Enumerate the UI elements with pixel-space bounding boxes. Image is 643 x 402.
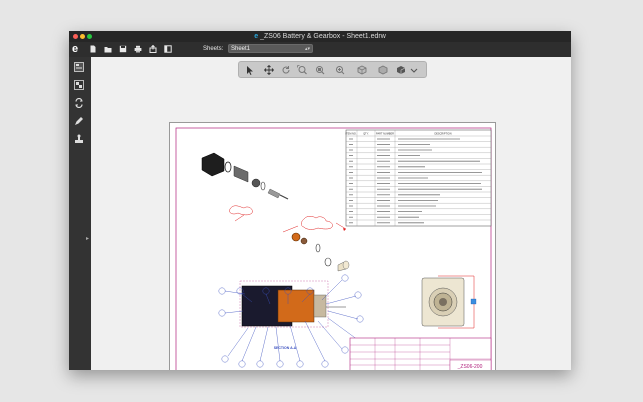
open-file-icon[interactable]	[104, 45, 112, 53]
app-window: e _ZS06 Battery & Gearbox - Sheet1.edrw e…	[69, 31, 571, 370]
bom-table: ITEM NO. QTY. PART NUMBER DESCRIPTION	[345, 129, 492, 227]
window-title-container: e _ZS06 Battery & Gearbox - Sheet1.edrw	[69, 32, 571, 41]
window-title: _ZS06 Battery & Gearbox - Sheet1.edrw	[260, 33, 386, 40]
drawing-canvas[interactable]: ITEM NO. QTY. PART NUMBER DESCRIPTION SE…	[91, 57, 571, 370]
section-view: SECTION A-A	[218, 274, 364, 368]
share-icon[interactable]	[149, 45, 157, 53]
markup-pen-icon[interactable]	[74, 116, 84, 126]
edrawings-title-icon: e	[254, 33, 259, 40]
drawing-sheet[interactable]: ITEM NO. QTY. PART NUMBER DESCRIPTION SE…	[169, 122, 496, 370]
title-bar: e _ZS06 Battery & Gearbox - Sheet1.edrw	[69, 31, 571, 42]
bom-header-description: DESCRIPTION	[434, 133, 451, 136]
main-toolbar: e Sheets: Sheet1 ▴▾	[69, 42, 571, 57]
drawing-content: ITEM NO. QTY. PART NUMBER DESCRIPTION SE…	[175, 127, 492, 370]
new-file-icon[interactable]	[89, 45, 97, 53]
display-style-icon[interactable]	[378, 65, 388, 75]
title-block: _ZS06-200	[349, 337, 492, 370]
select-arrow-icon[interactable]	[245, 65, 255, 75]
zoom-area-icon[interactable]	[315, 65, 325, 75]
bom-header-qty: QTY.	[363, 133, 369, 136]
sheets-select-value: Sheet1	[231, 46, 251, 52]
section-view-icon[interactable]	[396, 65, 406, 75]
measure-stamp-icon[interactable]	[74, 134, 84, 144]
exploded-view	[201, 152, 350, 272]
sheets-label: Sheets:	[203, 46, 224, 52]
sheets-panel-icon[interactable]	[74, 62, 84, 72]
view-orientation-icon[interactable]	[357, 65, 367, 75]
zoom-to-fit-icon[interactable]	[297, 65, 307, 75]
edrawings-logo-icon: e	[72, 43, 79, 55]
section-label: SECTION A-A	[274, 346, 297, 350]
sidebar-expand-icon[interactable]: ▸	[86, 235, 89, 242]
view-toolbar	[238, 61, 427, 78]
zoom-icon[interactable]	[335, 65, 345, 75]
panel-icon[interactable]	[164, 45, 172, 53]
select-chevron-icon: ▴▾	[304, 46, 310, 52]
rotate-icon[interactable]	[281, 65, 291, 75]
drawing-number: _ZS06-200	[457, 364, 483, 370]
bom-header-part: PART NUMBER	[376, 133, 394, 136]
pan-icon[interactable]	[264, 65, 274, 75]
end-view	[421, 275, 477, 329]
save-icon[interactable]	[119, 45, 127, 53]
bom-header-item: ITEM NO.	[345, 133, 356, 136]
components-panel-icon[interactable]	[74, 80, 84, 90]
sheets-select[interactable]: Sheet1 ▴▾	[228, 44, 313, 53]
left-sidebar: ▸	[69, 57, 92, 370]
configurations-icon[interactable]	[74, 98, 84, 108]
print-icon[interactable]	[134, 45, 142, 53]
options-chevron-icon[interactable]	[409, 65, 419, 75]
